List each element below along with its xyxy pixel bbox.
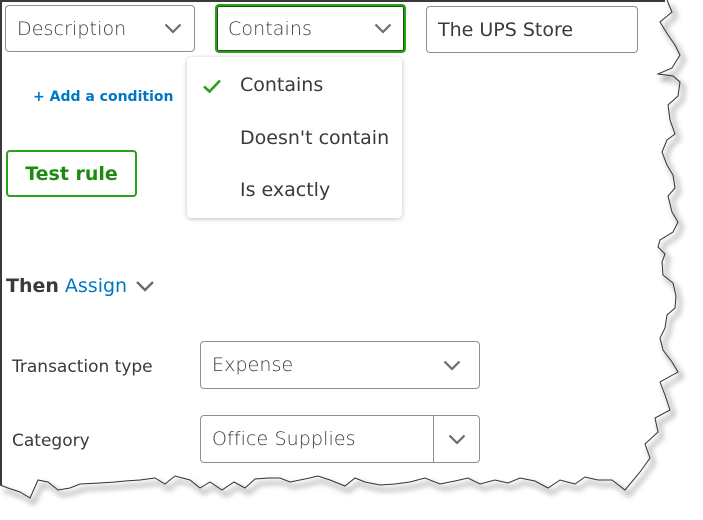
condition-value-input[interactable]: The UPS Store <box>426 6 638 53</box>
condition-field-select[interactable]: Description <box>5 5 195 52</box>
screenshot-border-top <box>0 0 665 2</box>
transaction-type-label: Transaction type <box>12 357 153 377</box>
transaction-type-select[interactable]: Expense <box>200 341 480 389</box>
category-select[interactable]: Office Supplies <box>200 415 480 463</box>
dropdown-option-is-exactly[interactable]: Is exactly <box>187 170 402 210</box>
condition-operator-value: Contains <box>228 17 313 40</box>
then-label: Then <box>6 275 59 297</box>
chevron-down-icon[interactable] <box>135 280 155 292</box>
action-select-assign[interactable]: Assign <box>65 275 127 297</box>
add-condition-link[interactable]: + Add a condition <box>33 89 173 105</box>
chevron-down-icon <box>425 342 479 388</box>
screenshot-border-left <box>0 0 2 485</box>
test-rule-button[interactable]: Test rule <box>6 150 137 197</box>
condition-value-text: The UPS Store <box>438 18 574 41</box>
then-action-row: Then Assign <box>6 275 155 297</box>
rule-editor: Description Contains The UPS Store Conta… <box>0 0 703 520</box>
chevron-down-icon <box>362 6 404 51</box>
dropdown-option-label: Contains <box>240 74 324 96</box>
chevron-down-icon <box>152 6 194 51</box>
dropdown-option-doesnt-contain[interactable]: Doesn't contain <box>187 118 402 158</box>
transaction-type-value: Expense <box>212 354 294 376</box>
condition-operator-select[interactable]: Contains <box>215 4 406 53</box>
dropdown-option-label: Is exactly <box>240 179 331 201</box>
check-icon <box>202 77 222 94</box>
dropdown-option-label: Doesn't contain <box>240 127 390 149</box>
condition-field-value: Description <box>17 17 127 40</box>
dropdown-option-contains[interactable]: Contains <box>187 65 402 105</box>
chevron-down-icon[interactable] <box>433 416 479 462</box>
operator-dropdown-menu: Contains Doesn't contain Is exactly <box>187 57 402 218</box>
category-label: Category <box>12 431 90 451</box>
category-value: Office Supplies <box>212 428 356 450</box>
